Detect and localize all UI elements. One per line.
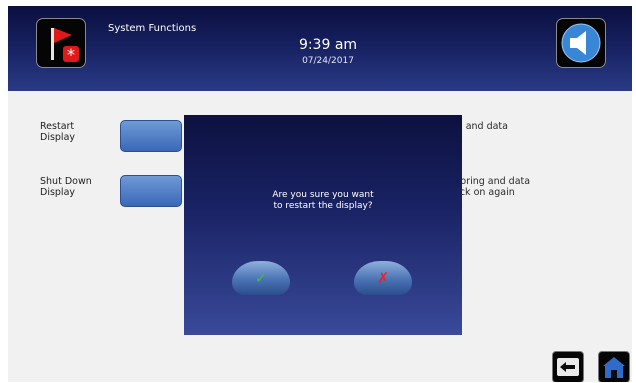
- home-button[interactable]: [598, 351, 630, 382]
- page-title: System Functions: [108, 23, 197, 34]
- sound-button[interactable]: [556, 18, 606, 68]
- confirm-button[interactable]: ✓: [232, 261, 290, 295]
- speaker-icon: [561, 23, 601, 63]
- alert-flag-button[interactable]: *: [36, 18, 86, 68]
- red-flag-icon: *: [51, 28, 79, 64]
- clock-date: 07/24/2017: [302, 56, 354, 66]
- home-icon: [603, 357, 625, 378]
- restart-display-button[interactable]: [120, 120, 182, 152]
- header-bar: * System Functions 9:39 am 07/24/2017: [8, 6, 632, 91]
- back-arrow-icon: [557, 358, 579, 376]
- asterisk-icon: *: [67, 45, 75, 64]
- back-button[interactable]: [552, 351, 584, 382]
- restart-display-description: ig and data: [454, 121, 508, 132]
- checkmark-icon: ✓: [254, 269, 268, 287]
- screen: * System Functions 9:39 am 07/24/2017 Re…: [8, 6, 632, 382]
- cancel-button[interactable]: ✗: [354, 261, 412, 295]
- shut-down-display-button[interactable]: [120, 175, 182, 207]
- clock-time: 9:39 am: [298, 37, 358, 53]
- shut-down-display-label: Shut Down Display: [40, 176, 92, 198]
- restart-display-label: Restart Display: [40, 121, 76, 143]
- x-close-icon: ✗: [376, 269, 390, 287]
- shut-down-display-description: itoring and data ack on again: [454, 176, 531, 198]
- dialog-message: Are you sure you want to restart the dis…: [272, 190, 374, 211]
- restart-confirm-dialog: Are you sure you want to restart the dis…: [184, 115, 462, 335]
